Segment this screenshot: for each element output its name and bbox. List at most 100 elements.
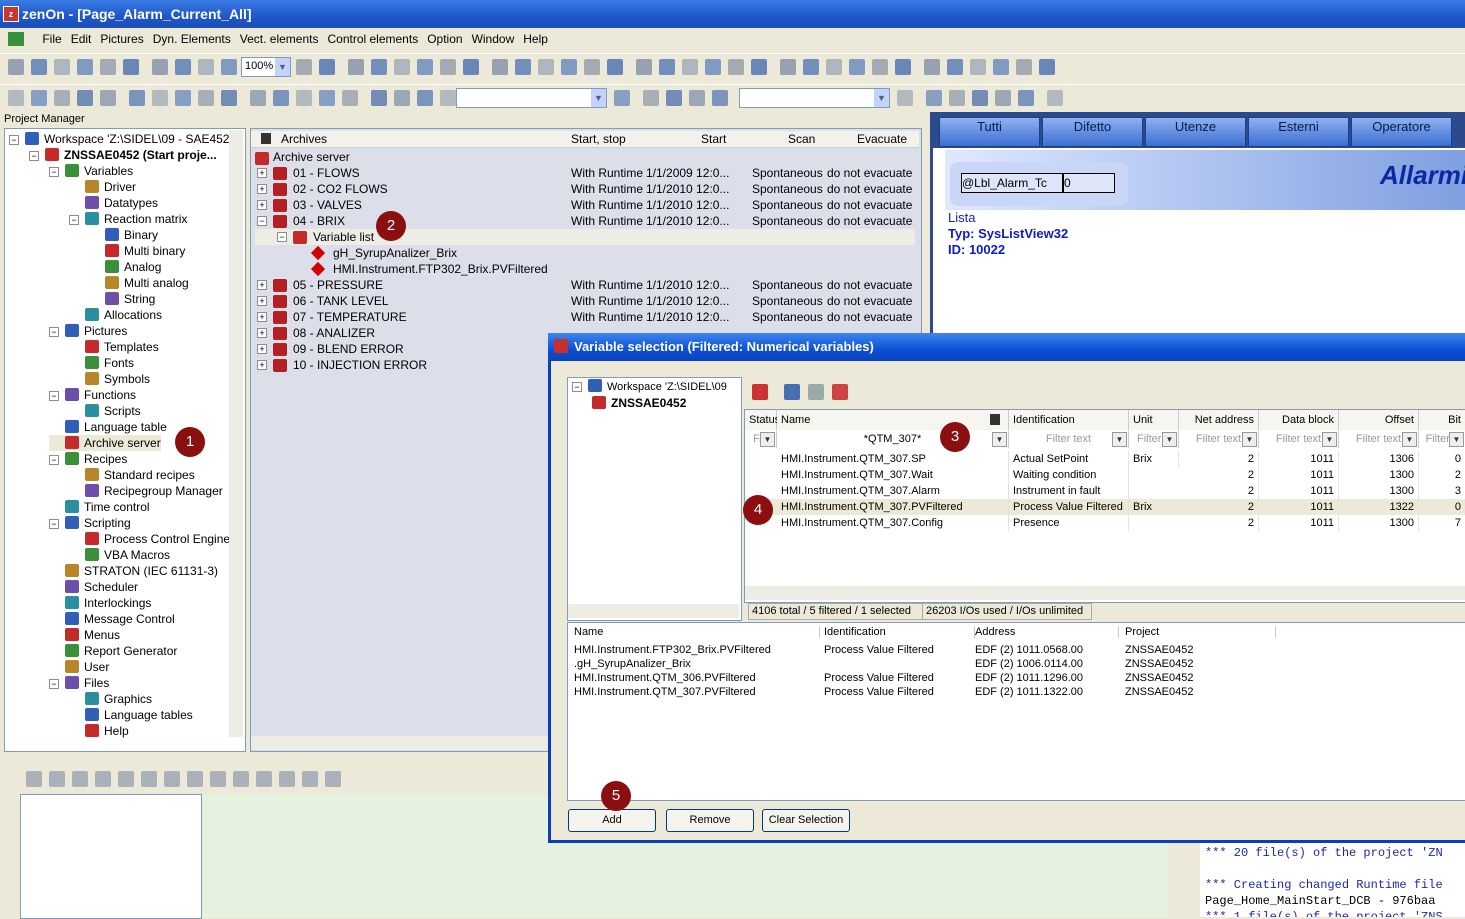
add-button[interactable]: Add <box>568 809 656 832</box>
tree-item[interactable]: String <box>89 291 155 307</box>
toolbar-button-icon[interactable] <box>54 59 70 75</box>
element-combo[interactable]: ▼ <box>456 88 607 108</box>
tree-item[interactable]: Message Control <box>49 611 175 627</box>
toolbar-button-icon[interactable] <box>970 59 986 75</box>
sel-col-0[interactable]: Name <box>574 626 820 638</box>
tree-item[interactable]: STRATON (IEC 61131-3) <box>49 563 218 579</box>
selected-variables-list[interactable]: Name Identification Address Project HMI.Inst… <box>567 622 1465 801</box>
toolbar-button-icon[interactable] <box>394 59 410 75</box>
toolbar-button-icon[interactable] <box>440 90 456 106</box>
tree-item[interactable]: Allocations <box>69 307 162 323</box>
grid-col-2[interactable]: Identification <box>1009 410 1129 430</box>
tree-item[interactable]: Interlockings <box>49 595 151 611</box>
toolbar-button-icon[interactable] <box>54 90 70 106</box>
toolbar-button-icon[interactable] <box>728 59 744 75</box>
tree-item[interactable]: − Functions <box>49 387 136 403</box>
tree-item[interactable]: Scheduler <box>49 579 138 595</box>
project-tree[interactable]: − Workspace 'Z:\SIDEL\09 - SAE452 - − ZNSSA… <box>4 128 246 752</box>
tree-item[interactable]: Standard recipes <box>69 467 195 483</box>
expand-toggle-icon[interactable]: − <box>49 167 59 177</box>
toolbar-button-icon[interactable] <box>77 90 93 106</box>
tree-item[interactable]: VBA Macros <box>69 547 170 563</box>
toolbar-button-icon[interactable] <box>417 59 433 75</box>
grid-col-7[interactable]: Bit num... <box>1419 410 1465 446</box>
tree-item[interactable]: − Variables <box>49 163 133 179</box>
expand-toggle-icon[interactable]: − <box>49 327 59 337</box>
archive-row[interactable]: +01 - FLOWS With Runtime 1/1/2009 12:0... S… <box>255 165 915 181</box>
grid-col-4[interactable]: Net address <box>1179 410 1259 430</box>
tree-item[interactable]: Scripts <box>69 403 141 419</box>
toolbar-button-icon[interactable] <box>49 771 65 787</box>
tree-item[interactable]: Analog <box>89 259 161 275</box>
variable-grid[interactable]: Status Name Identification Unit Net address D… <box>744 409 1465 603</box>
toolbar-button-icon[interactable] <box>164 771 180 787</box>
project-tree-scrollbar[interactable] <box>229 130 243 737</box>
filter-net_address[interactable]: Filter text ▼ <box>1179 431 1259 448</box>
tree-item[interactable]: Language table <box>49 419 167 435</box>
toolbar-button-icon[interactable] <box>279 771 295 787</box>
toolbar-button-icon[interactable] <box>175 90 191 106</box>
toolbar-button-icon[interactable] <box>152 90 168 106</box>
sel-col-2[interactable]: Address <box>975 626 1119 638</box>
archive-row[interactable]: − 04 - BRIX With Runtime 1/1/2010 12:0... Sp… <box>255 213 915 229</box>
dialog-tree-scrollbar[interactable] <box>568 604 739 618</box>
tree-item[interactable]: − Pictures <box>49 323 127 339</box>
toolbar-button-icon[interactable] <box>895 59 911 75</box>
tree-item[interactable]: Help <box>69 723 129 739</box>
toolbar-button-icon[interactable] <box>72 771 88 787</box>
toolbar-button-icon[interactable] <box>221 59 237 75</box>
tab-esterni[interactable]: Esterni <box>1248 117 1349 147</box>
dialog-tool-icon[interactable] <box>752 384 768 400</box>
filter-icon[interactable]: ▼ <box>1162 432 1177 447</box>
toolbar-button-icon[interactable] <box>515 59 531 75</box>
tree-item[interactable]: Symbols <box>69 371 150 387</box>
tree-item[interactable]: User <box>49 659 109 675</box>
filter-icon[interactable]: ▼ <box>1112 432 1127 447</box>
grid-row[interactable]: HMI.Instrument.QTM_307.Wait Waiting condi… <box>745 467 1465 483</box>
tree-item[interactable]: Time control <box>49 499 150 515</box>
toolbar-button-icon[interactable] <box>8 59 24 75</box>
toolbar-button-icon[interactable] <box>319 59 335 75</box>
expand-toggle-icon[interactable]: − <box>49 679 59 689</box>
toolbar-button-icon[interactable] <box>643 90 659 106</box>
grid-col-1[interactable]: Name <box>777 410 1009 430</box>
dialog-tool-icon[interactable] <box>832 384 848 400</box>
toolbar-button-icon[interactable] <box>636 59 652 75</box>
expand-toggle-icon[interactable]: − <box>49 455 59 465</box>
filter-name[interactable]: *QTM_307* ▼ <box>777 431 1009 448</box>
archive-row[interactable]: +03 - VALVES With Runtime 1/1/2010 12:0...… <box>255 197 915 213</box>
grid-row[interactable]: HMI.Instrument.QTM_307.Config Presence 2 10… <box>745 515 1465 531</box>
tree-item[interactable]: Templates <box>69 339 159 355</box>
tree-item[interactable]: − ZNSSAE0452 (Start proje... <box>29 147 217 163</box>
grid-row[interactable]: HMI.Instrument.QTM_307.SP Actual SetPoint… <box>745 451 1465 467</box>
toolbar-button-icon[interactable] <box>319 90 335 106</box>
menu-pictures[interactable]: Pictures <box>100 32 143 46</box>
sel-col-1[interactable]: Identification <box>824 626 975 638</box>
dialog-tool-icon[interactable] <box>808 384 824 400</box>
toolbar-button-icon[interactable] <box>100 59 116 75</box>
toolbar-button-icon[interactable] <box>302 771 318 787</box>
toolbar-button-icon[interactable] <box>371 90 387 106</box>
tree-item[interactable]: Binary <box>89 227 158 243</box>
grid-scrollbar[interactable] <box>745 586 1465 600</box>
toolbar-button-icon[interactable] <box>947 59 963 75</box>
archive-row[interactable]: +06 - TANK LEVEL With Runtime 1/1/2010 12:… <box>255 293 915 309</box>
alarm-count-field[interactable]: 0 <box>1063 173 1115 193</box>
grid-col-6[interactable]: Offset <box>1339 410 1419 430</box>
tree-item[interactable]: Language tables <box>69 707 193 723</box>
remove-button[interactable]: Remove <box>666 809 754 832</box>
expand-toggle-icon[interactable]: − <box>49 519 59 529</box>
archive-row[interactable]: +07 - TEMPERATURE With Runtime 1/1/2010 12… <box>255 309 915 325</box>
tree-item[interactable]: Multi binary <box>89 243 185 259</box>
toolbar-button-icon[interactable] <box>256 771 272 787</box>
toolbar-button-icon[interactable] <box>175 59 191 75</box>
dialog-tree-workspace[interactable]: − Workspace 'Z:\SIDEL\09 <box>572 379 727 395</box>
toolbar-button-icon[interactable] <box>348 59 364 75</box>
toolbar-button-icon[interactable] <box>614 90 630 106</box>
expand-toggle-icon[interactable]: + <box>257 280 267 290</box>
menu-option[interactable]: Option <box>427 32 462 46</box>
properties-tree[interactable] <box>20 794 202 919</box>
expand-toggle-icon[interactable]: − <box>29 151 39 161</box>
toolbar-button-icon[interactable] <box>31 59 47 75</box>
toolbar-button-icon[interactable] <box>440 59 456 75</box>
